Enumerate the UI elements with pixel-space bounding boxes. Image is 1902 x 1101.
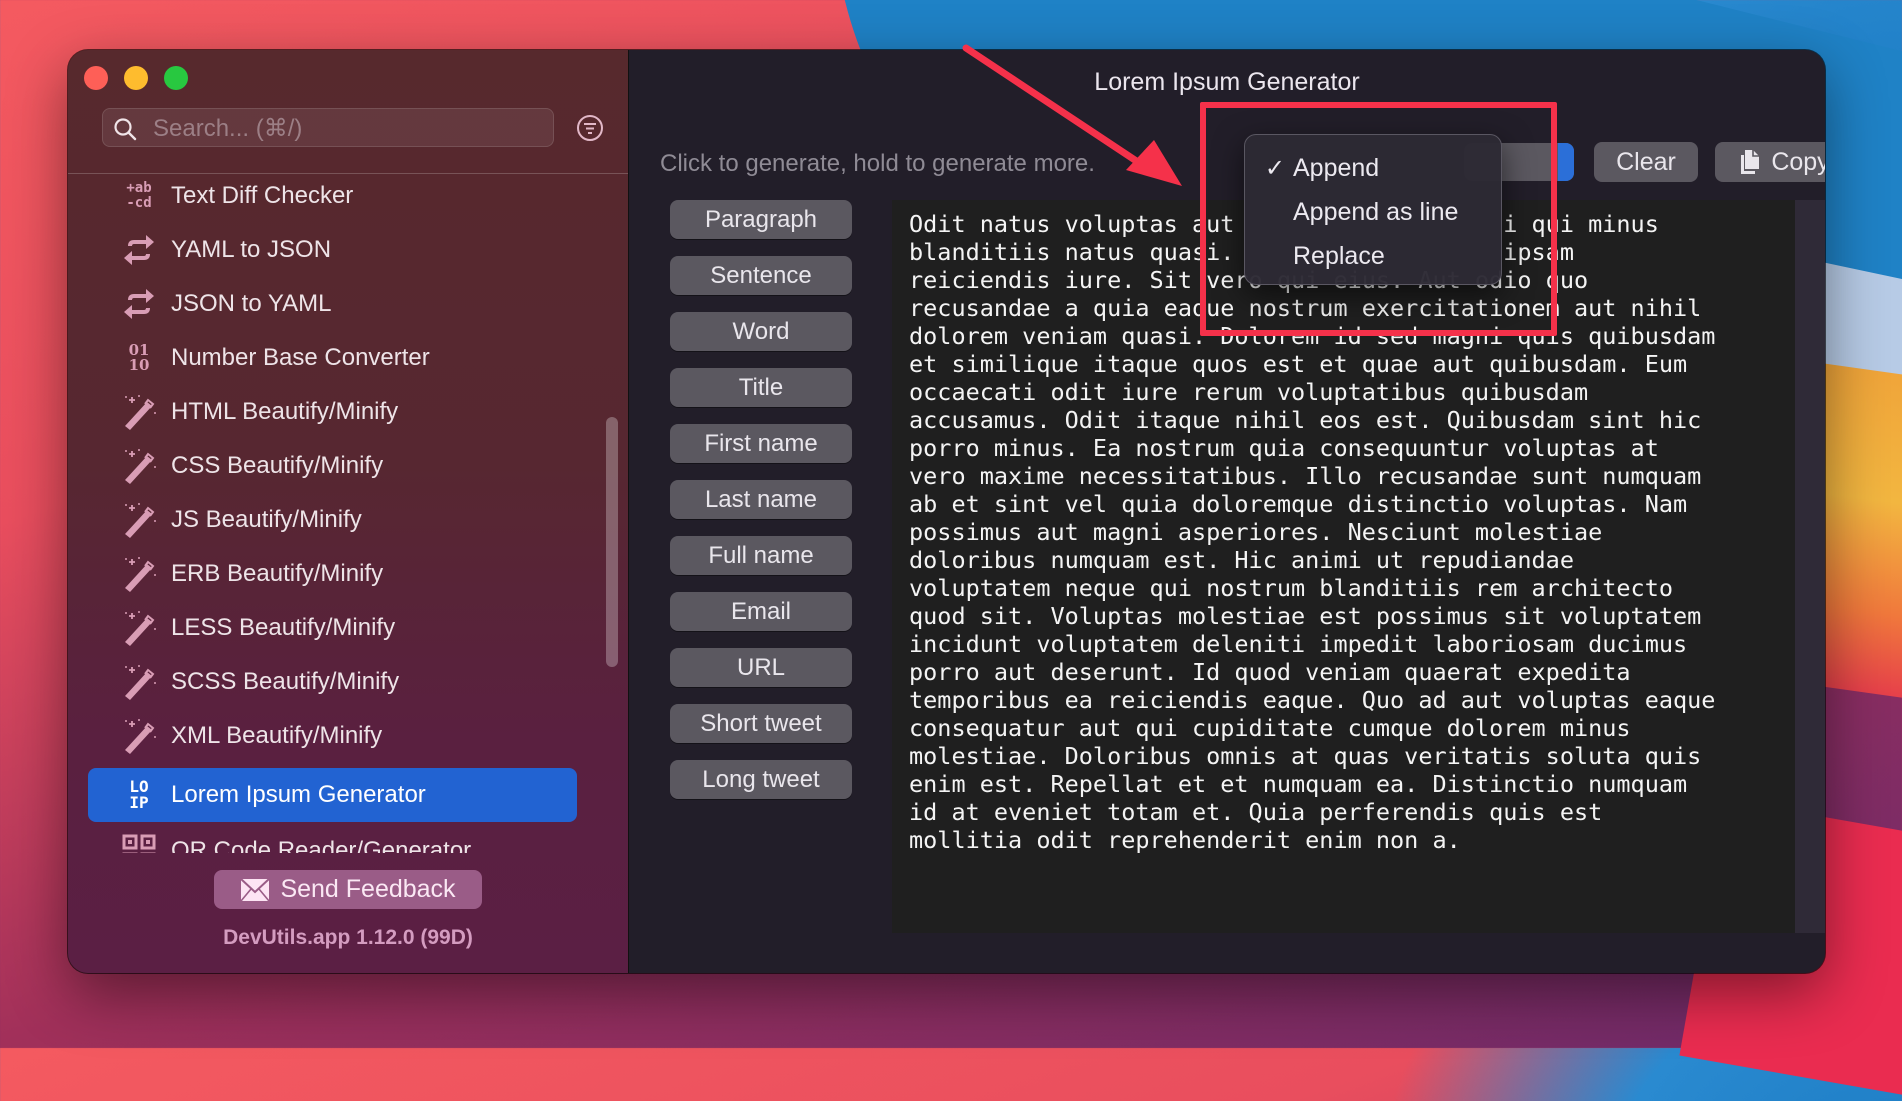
- word-button[interactable]: Word: [670, 312, 852, 351]
- output-line: id at eveniet totam et. Quia perferendis…: [909, 798, 1603, 826]
- output-line: temporibus ea reiciendis eaque. Quo ad a…: [909, 686, 1716, 714]
- clear-button[interactable]: Clear: [1594, 142, 1698, 182]
- sidebar-item-js-beautify[interactable]: JS Beautify/Minify: [88, 493, 577, 547]
- tool-list: +ab -cd Text Diff Checker YAML to JSON JS…: [68, 174, 628, 853]
- convert-arrows-icon: [114, 230, 164, 270]
- sidebar-item-html-beautify[interactable]: HTML Beautify/Minify: [88, 385, 577, 439]
- output-line: porro minus. Ea nostrum quia consequuntu…: [909, 434, 1659, 462]
- output-line: enim est. Repellat et et numquam ea. Dis…: [909, 770, 1688, 798]
- output-line: doloribus numquam est. Hic animi ut repu…: [909, 546, 1574, 574]
- sidebar-scrollbar[interactable]: [606, 417, 618, 667]
- sidebar-item-text-diff-checker[interactable]: +ab -cd Text Diff Checker: [88, 174, 577, 223]
- search-field[interactable]: [102, 108, 554, 148]
- output-line: possimus aut magni asperiores. Nesciunt …: [909, 518, 1603, 546]
- long-tweet-button[interactable]: Long tweet: [670, 760, 852, 799]
- sidebar-item-json-to-yaml[interactable]: JSON to YAML: [88, 277, 577, 331]
- output-line: accusamus. Odit itaque nihil eos est. Qu…: [909, 406, 1702, 434]
- magic-wand-icon: [114, 662, 164, 702]
- sidebar-item-label: ERB Beautify/Minify: [171, 560, 384, 587]
- copy-icon: [1741, 150, 1760, 174]
- output-line: ab et sint vel quia doloremque distincti…: [909, 490, 1688, 518]
- minimize-button[interactable]: [124, 66, 148, 90]
- output-line: et similique itaque quos est et quae aut…: [909, 350, 1688, 378]
- magic-wand-icon: [114, 716, 164, 756]
- sidebar-item-erb-beautify[interactable]: ERB Beautify/Minify: [88, 547, 577, 601]
- search-input[interactable]: [151, 109, 545, 148]
- convert-arrows-icon: [114, 284, 164, 324]
- zoom-button[interactable]: [164, 66, 188, 90]
- sidebar-item-label: QR Code Reader/Generator: [171, 837, 472, 853]
- envelope-icon: [240, 877, 271, 902]
- output-scrollbar-track[interactable]: [1795, 200, 1825, 933]
- sidebar-item-css-beautify[interactable]: CSS Beautify/Minify: [88, 439, 577, 493]
- title-button[interactable]: Title: [670, 368, 852, 407]
- magic-wand-icon: [114, 554, 164, 594]
- sidebar-item-label: XML Beautify/Minify: [171, 722, 383, 749]
- sentence-button[interactable]: Sentence: [670, 256, 852, 295]
- sidebar-item-label: YAML to JSON: [171, 236, 332, 263]
- sidebar-item-qr-code[interactable]: QR Code Reader/Generator: [88, 824, 577, 853]
- copy-label: Copy: [1771, 147, 1825, 176]
- sidebar: +ab-cd Text Diff Checker YAML to JSON JS…: [68, 50, 629, 973]
- sidebar-item-label: Number Base Converter: [171, 344, 430, 371]
- clear-label: Clear: [1616, 147, 1676, 176]
- sidebar-item-xml-beautify[interactable]: XML Beautify/Minify: [88, 709, 577, 763]
- sidebar-item-label: SCSS Beautify/Minify: [171, 668, 400, 695]
- magic-wand-icon: [114, 500, 164, 540]
- email-button[interactable]: Email: [670, 592, 852, 631]
- last-name-button[interactable]: Last name: [670, 480, 852, 519]
- sidebar-item-label: JS Beautify/Minify: [171, 506, 362, 533]
- paragraph-button[interactable]: Paragraph: [670, 200, 852, 239]
- sidebar-item-label: CSS Beautify/Minify: [171, 452, 384, 479]
- search-icon: [114, 118, 137, 141]
- sidebar-item-label: Text Diff Checker: [171, 182, 354, 209]
- output-line: mollitia odit reprehenderit enim non a.: [909, 826, 1461, 854]
- number-base-icon: 01 10: [128, 341, 150, 374]
- magic-wand-icon: [114, 446, 164, 486]
- sidebar-item-scss-beautify[interactable]: SCSS Beautify/Minify: [88, 655, 577, 709]
- sidebar-item-label: LESS Beautify/Minify: [171, 614, 396, 641]
- qr-code-icon: [114, 831, 164, 853]
- output-line: porro aut deserunt. Id quod veniam quaer…: [909, 658, 1631, 686]
- output-line: molestiae. Doloribus omnis at quas verit…: [909, 742, 1702, 770]
- output-line: voluptatem neque qui nostrum blanditiis …: [909, 574, 1674, 602]
- sidebar-item-less-beautify[interactable]: LESS Beautify/Minify: [88, 601, 577, 655]
- app-version: DevUtils.app 1.12.0 (99D): [223, 926, 473, 949]
- sidebar-item-label: Lorem Ipsum Generator: [171, 781, 426, 808]
- generate-hint: Click to generate, hold to generate more…: [660, 150, 1095, 177]
- magic-wand-icon: [114, 392, 164, 432]
- page-title: Lorem Ipsum Generator: [1094, 68, 1360, 96]
- annotation-highlight-box: [1200, 102, 1557, 336]
- url-button[interactable]: URL: [670, 648, 852, 687]
- lorem-ipsum-icon: LO IP: [129, 777, 149, 812]
- magic-wand-icon: [114, 608, 164, 648]
- sidebar-item-yaml-to-json[interactable]: YAML to JSON: [88, 223, 577, 277]
- sidebar-item-label: HTML Beautify/Minify: [171, 398, 399, 425]
- close-button[interactable]: [84, 66, 108, 90]
- full-name-button[interactable]: Full name: [670, 536, 852, 575]
- output-line: occaecati odit iure rerum voluptatibus q…: [909, 378, 1589, 406]
- sidebar-item-number-base-converter[interactable]: 01 10 Number Base Converter: [88, 331, 577, 385]
- copy-button[interactable]: Copy: [1715, 142, 1825, 182]
- send-feedback-button[interactable]: Send Feedback: [214, 870, 482, 909]
- output-line: vero maxime necessitatibus. Illo recusan…: [909, 462, 1702, 490]
- short-tweet-button[interactable]: Short tweet: [670, 704, 852, 743]
- output-line: incidunt voluptatem deleniti impedit lab…: [909, 630, 1688, 658]
- app-window: +ab-cd Text Diff Checker YAML to JSON JS…: [68, 50, 1825, 973]
- first-name-button[interactable]: First name: [670, 424, 852, 463]
- sidebar-item-label: JSON to YAML: [171, 290, 332, 317]
- text-diff-icon: +ab -cd: [126, 180, 152, 211]
- output-line: consequatur aut qui cupiditate cumque do…: [909, 714, 1631, 742]
- output-line: quod sit. Voluptas molestiae est possimu…: [909, 602, 1702, 630]
- generate-buttons: Paragraph Sentence Word Title First name…: [670, 200, 852, 816]
- popup-arrow-indicator: [1558, 143, 1574, 181]
- send-feedback-label: Send Feedback: [280, 875, 456, 903]
- filter-icon[interactable]: [576, 114, 604, 142]
- sidebar-item-lorem-ipsum-generator[interactable]: LO IP Lorem Ipsum Generator: [88, 768, 577, 822]
